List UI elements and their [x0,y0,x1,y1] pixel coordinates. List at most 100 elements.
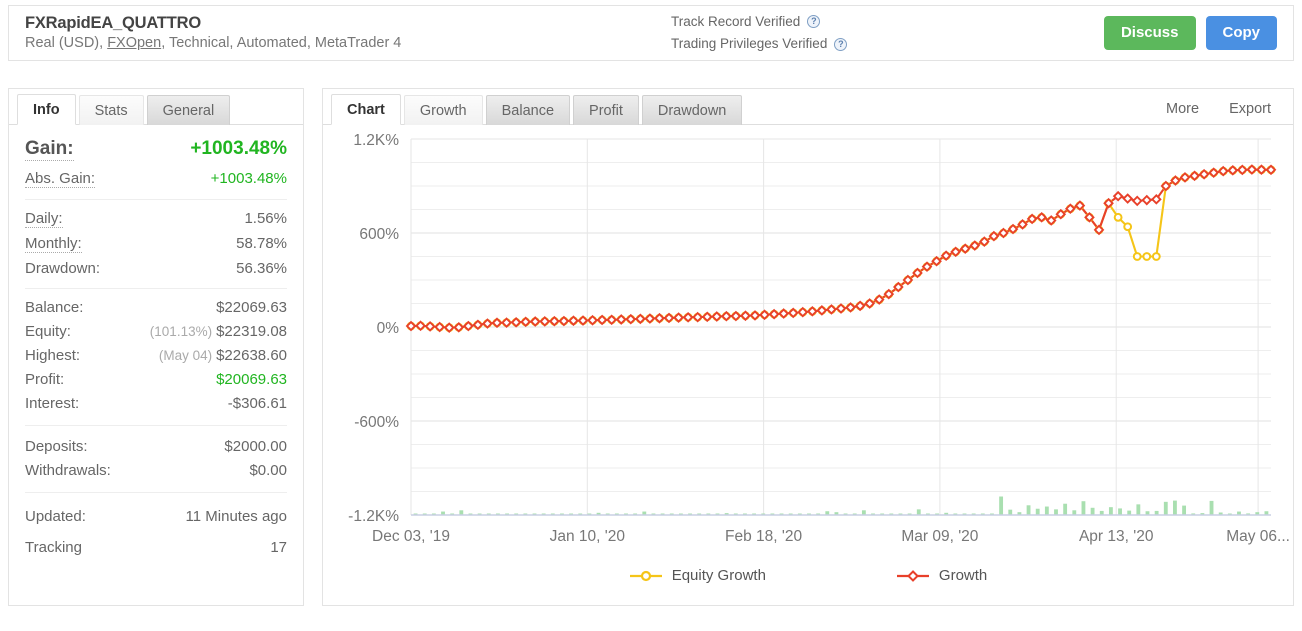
stat-value: -$306.61 [228,395,287,412]
divider [25,199,287,200]
stat-label[interactable]: Monthly: [25,235,82,253]
x-axis-tick-label: Dec 03, '19 [372,528,450,545]
stat-value-text: 56.36% [236,259,287,277]
stat-value-text: 1.56% [244,209,287,227]
stat-label: Highest: [25,346,81,364]
x-axis-tick-label: Apr 13, '20 [1079,528,1154,545]
y-axis-tick-label: 1.2K% [353,132,399,149]
x-axis-tick-label: Mar 09, '20 [901,528,978,545]
stat-row: Daily: 1.56% [25,206,287,231]
stats-panel-tabs: Info Stats General [9,89,303,125]
stat-label: Interest: [25,394,80,412]
stat-label[interactable]: Daily: [25,210,63,228]
export-link[interactable]: Export [1229,101,1271,117]
copy-button[interactable]: Copy [1205,16,1277,50]
volume-bar [1173,500,1177,515]
volume-bar [1090,507,1095,515]
stat-row: Profit: $20069.63 [25,367,287,391]
help-icon[interactable]: ? [834,37,848,51]
data-point-marker [1142,252,1152,261]
stat-value-text: $0.00 [249,461,287,479]
stat-row: Gain: +1003.48% [25,129,287,166]
tab-growth[interactable]: Growth [403,95,483,125]
volume-bar [1163,501,1168,515]
legend-label: Equity Growth [671,567,766,584]
stat-row: Balance: $22069.63 [25,295,287,319]
discuss-button[interactable]: Discuss [1103,16,1196,50]
stat-value: (May 04) $22638.60 [159,347,287,364]
y-axis-tick-label: -600% [354,414,399,431]
more-link[interactable]: More [1166,101,1199,117]
data-point-marker [1151,252,1161,261]
growth-chart[interactable]: 1.2K% 600% 0% -600% -1.2K% Dec 03, '19 Jan 10,… [323,125,1293,606]
stat-value-text: 58.78% [236,234,287,252]
account-meta-post: , Technical, Automated, MetaTrader 4 [161,35,402,52]
volume-bar [1209,500,1214,515]
tab-info[interactable]: Info [17,94,76,125]
stat-label[interactable]: Abs. Gain: [25,170,96,188]
stat-value-text: $2000.00 [224,437,287,455]
tab-balance[interactable]: Balance [485,95,571,125]
header-actions: Discuss Copy [1103,16,1293,50]
volume-bar [1182,505,1187,515]
account-meta-pre: Real (USD), [25,35,108,52]
chart-panel-tab-links: More Export [1166,101,1293,124]
chart-canvas[interactable]: 1.2K% 600% 0% -600% -1.2K% Dec 03, '19 Jan 10,… [323,125,1293,555]
tab-chart[interactable]: Chart [331,94,401,125]
legend-item[interactable]: Growth [896,567,987,584]
tab-drawdown[interactable]: Drawdown [641,95,743,125]
stat-row: Highest: (May 04) $22638.60 [25,343,287,367]
stat-value: $0.00 [249,462,287,479]
stat-value: 11 Minutes ago [186,508,287,525]
volume-bar [1063,503,1068,515]
verification-block: Track Record Verified ? Trading Privileg… [649,11,1104,56]
stat-label: Drawdown: [25,259,101,277]
stat-label: Profit: [25,370,65,388]
legend-label: Growth [938,567,988,584]
tab-profit[interactable]: Profit [573,95,639,125]
stat-row: Deposits: $2000.00 [25,434,287,458]
broker-link[interactable]: FXOpen [107,35,161,51]
chart-panel-tabs: Chart Growth Balance Profit Drawdown More Ex… [323,89,1293,125]
volume-bar [1108,507,1113,515]
stat-value-note: (101.13%) [149,323,213,339]
x-axis-tick-label: May 06... [1226,528,1290,545]
stat-value-note: (May 04) [158,347,213,363]
stat-label[interactable]: Gain: [25,138,74,161]
stat-label: Withdrawals: [25,461,111,479]
volume-bar [999,496,1004,515]
stat-row: Updated: 11 Minutes ago [25,501,287,532]
stat-value: 17 [270,539,287,556]
volume-bar [1035,508,1040,515]
stat-value-text: 17 [270,539,287,556]
stat-value: $20069.63 [216,371,287,388]
stat-label: Deposits: [25,437,88,455]
y-axis-tick-label: 600% [359,226,399,243]
stat-value-text: 11 Minutes ago [185,508,287,525]
track-record-verified-row: Track Record Verified ? [671,11,1104,33]
legend-diamond-marker-icon [896,569,929,582]
stat-label: Updated: [25,508,86,525]
account-meta: Real (USD), FXOpen, Technical, Automated… [25,34,649,54]
chart-legend: Equity Growth Growth [323,567,1293,584]
stat-value: 1.56% [244,210,287,227]
volume-bar [916,509,921,515]
volume-bar [1118,508,1122,515]
trading-privileges-verified-label: Trading Privileges Verified [671,36,828,51]
volume-bar [1054,509,1058,515]
stats-panel: Info Stats General Gain: +1003.48% Abs. Gain… [8,88,304,606]
x-axis-tick-label: Feb 18, '20 [725,528,802,545]
stat-label: Balance: [25,298,84,316]
header-identity: FXRapidEA_QUATTRO Real (USD), FXOpen, Te… [9,12,649,54]
tab-general[interactable]: General [146,95,231,125]
legend-item[interactable]: Equity Growth [629,567,766,584]
tab-stats[interactable]: Stats [78,95,144,125]
stat-value: 56.36% [236,260,287,277]
volume-bar [1026,505,1031,515]
stat-value: +1003.48% [190,138,287,160]
help-icon[interactable]: ? [807,15,821,29]
x-axis-tick-label: Jan 10, '20 [550,528,626,545]
divider [25,492,287,493]
page-title: FXRapidEA_QUATTRO [25,14,201,33]
stat-value-text: +1003.48% [210,169,287,187]
